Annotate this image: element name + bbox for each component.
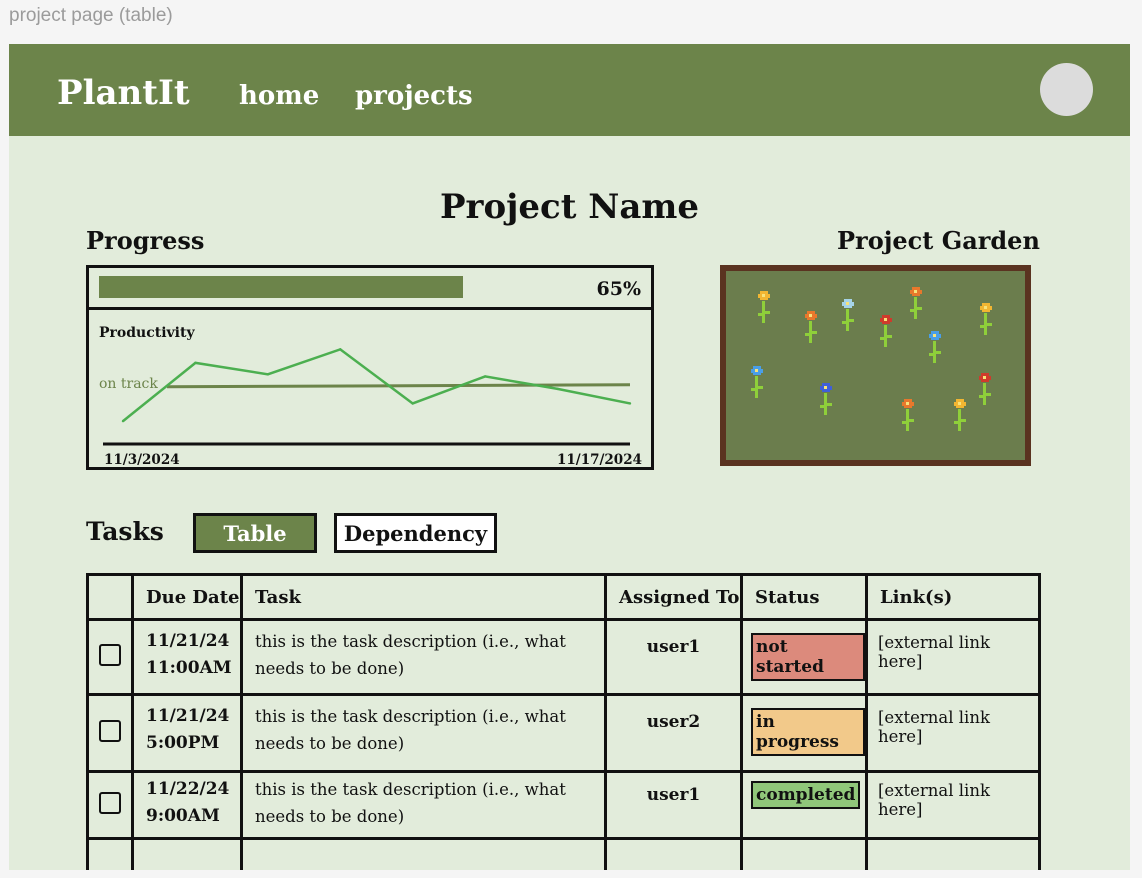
frame-label: project page (table) bbox=[9, 5, 173, 26]
productivity-point bbox=[194, 361, 197, 365]
col-header-assigned-to: Assigned To bbox=[604, 573, 743, 621]
task-date: 11/21/24 bbox=[146, 631, 230, 651]
productivity-point bbox=[411, 402, 414, 405]
task-link[interactable]: [external link here] bbox=[865, 693, 1041, 773]
garden-flower bbox=[758, 291, 770, 323]
col-header-status: Status bbox=[740, 573, 868, 621]
task-description[interactable]: this is the task description (i.e., what… bbox=[240, 770, 607, 840]
project-garden bbox=[720, 265, 1031, 466]
garden-flowers bbox=[751, 287, 992, 431]
garden-flower bbox=[929, 331, 941, 363]
productivity-point bbox=[556, 387, 559, 391]
task-description[interactable]: this is the task description (i.e., what… bbox=[240, 618, 607, 696]
page-title: Project Name bbox=[439, 187, 700, 227]
table-header-row: Due Date Task Assigned To Status Link(s) bbox=[86, 573, 1041, 621]
task-date: 11/22/24 bbox=[146, 779, 230, 799]
x-start-label: 11/3/2024 bbox=[104, 452, 180, 468]
task-time: 5:00PM bbox=[146, 733, 220, 753]
task-assignee[interactable]: user1 bbox=[604, 618, 743, 696]
brand-logo[interactable]: PlantIt bbox=[57, 73, 190, 113]
status-badge[interactable]: not started bbox=[751, 633, 865, 681]
tasks-table: Due Date Task Assigned To Status Link(s)… bbox=[86, 573, 1041, 870]
garden-flower bbox=[980, 303, 992, 335]
task-assignee[interactable]: user1 bbox=[604, 770, 743, 840]
garden-flower bbox=[954, 399, 966, 431]
table-row bbox=[86, 837, 1041, 870]
project-page: PlantIt home projects Project Name Progr… bbox=[9, 44, 1130, 870]
task-link[interactable]: [external link here] bbox=[865, 770, 1041, 840]
tasks-heading: Tasks bbox=[86, 517, 164, 546]
task-time: 11:00AM bbox=[146, 658, 232, 678]
status-badge[interactable]: in progress bbox=[751, 708, 865, 756]
productivity-point bbox=[266, 373, 270, 376]
col-header-task: Task bbox=[240, 573, 607, 621]
progress-panel: 65% Productivity on track 11/3/2024 11/1… bbox=[86, 265, 654, 470]
nav-link-home[interactable]: home bbox=[239, 81, 319, 111]
garden-flower bbox=[820, 383, 832, 415]
garden-flower bbox=[910, 287, 922, 319]
productivity-point bbox=[339, 348, 342, 351]
progress-percent: 65% bbox=[596, 278, 642, 300]
garden-flower bbox=[880, 315, 892, 347]
on-track-line bbox=[166, 383, 631, 389]
tab-table[interactable]: Table bbox=[193, 513, 317, 553]
col-header-select bbox=[86, 573, 134, 621]
chart-title: Productivity bbox=[99, 325, 195, 341]
task-link[interactable]: [external link here] bbox=[865, 618, 1041, 696]
task-checkbox[interactable] bbox=[99, 792, 121, 814]
table-row: 11/21/24 11:00AM this is the task descrip… bbox=[86, 618, 1041, 696]
productivity-point bbox=[483, 375, 487, 378]
progress-bar-fill bbox=[99, 276, 463, 298]
col-header-links: Link(s) bbox=[865, 573, 1041, 621]
status-badge[interactable]: completed bbox=[751, 781, 861, 809]
productivity-point bbox=[628, 402, 632, 405]
garden-flower bbox=[805, 311, 817, 343]
garden-flower bbox=[979, 373, 991, 405]
task-assignee[interactable]: user2 bbox=[604, 693, 743, 773]
x-end-label: 11/17/2024 bbox=[557, 452, 642, 468]
task-time: 9:00AM bbox=[146, 806, 220, 826]
garden-heading: Project Garden bbox=[837, 226, 1040, 255]
productivity-point bbox=[121, 419, 125, 423]
productivity-chart: Productivity on track 11/3/2024 11/17/20… bbox=[99, 325, 642, 468]
avatar[interactable] bbox=[1040, 63, 1093, 116]
garden-flower bbox=[842, 299, 854, 331]
on-track-label: on track bbox=[99, 376, 158, 392]
tab-dependency[interactable]: Dependency bbox=[334, 513, 497, 553]
task-description[interactable]: this is the task description (i.e., what… bbox=[240, 693, 607, 773]
table-row: 11/22/24 9:00AM this is the task descript… bbox=[86, 770, 1041, 840]
progress-bar: 65% bbox=[89, 268, 651, 310]
table-row: 11/21/24 5:00PM this is the task descript… bbox=[86, 693, 1041, 773]
navbar: PlantIt home projects bbox=[9, 44, 1130, 136]
task-checkbox[interactable] bbox=[99, 644, 121, 666]
garden-flower bbox=[902, 399, 914, 431]
col-header-due-date: Due Date bbox=[131, 573, 243, 621]
garden-flower bbox=[751, 366, 763, 398]
nav-link-projects[interactable]: projects bbox=[355, 81, 473, 111]
task-date: 11/21/24 bbox=[146, 706, 230, 726]
task-checkbox[interactable] bbox=[99, 720, 121, 742]
progress-heading: Progress bbox=[86, 226, 205, 255]
